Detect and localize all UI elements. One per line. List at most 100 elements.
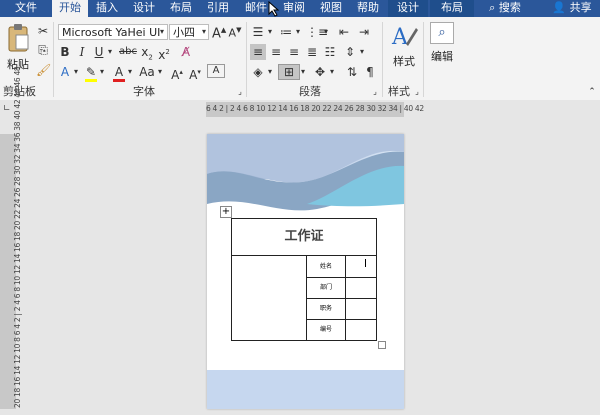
styles-label: 样式 [393,55,415,68]
tab-review[interactable]: 审阅 [277,0,311,17]
chevron-down-icon[interactable]: ▾ [294,24,302,40]
chevron-down-icon[interactable]: ▾ [156,64,164,80]
chevron-down-icon[interactable]: ▾ [72,64,80,80]
field-value-cell[interactable] [346,256,376,278]
chevron-down-icon[interactable]: ▾ [126,64,134,80]
align-right-icon[interactable]: ≡ [286,44,302,60]
highlight-icon[interactable]: ✎ [84,64,98,80]
clipboard-icon [8,24,29,52]
chevron-down-icon[interactable]: ▾ [266,64,274,80]
id-card-table[interactable]: 工作证 姓名 部门 职务 编号 [231,218,377,341]
chinese-layout-icon[interactable]: ✥ [312,64,328,80]
dialog-launcher-icon[interactable]: ⌟ [412,84,422,100]
tab-help[interactable]: 帮助 [350,0,386,17]
tab-file[interactable]: 文件 [6,0,46,17]
table-move-handle[interactable]: + [220,206,232,218]
shrink-font-icon[interactable]: A▼ [228,22,242,42]
bullets-icon[interactable]: ☰ [250,24,266,40]
editing-label: 编辑 [431,50,453,63]
tab-design[interactable]: 设计 [126,0,162,17]
underline-icon[interactable]: U [92,44,106,60]
divider [382,22,383,97]
subscript-icon[interactable]: x2 [140,44,154,65]
search-button[interactable]: ⌕ 搜索 [480,0,530,17]
document-page[interactable]: + 工作证 姓名 部门 职务 编号 [207,134,404,409]
svg-text:A: A [391,25,409,50]
field-value-cell[interactable] [346,298,376,320]
tab-table-layout[interactable]: 布局 [430,0,474,17]
line-spacing-icon[interactable]: ⇕ [342,44,358,60]
tab-insert[interactable]: 插入 [89,0,125,17]
chevron-down-icon[interactable]: ▾ [358,44,366,60]
font-name-select[interactable]: Microsoft YaHei UI [58,24,168,40]
align-left-icon[interactable]: ≡ [250,44,266,60]
chevron-down-icon[interactable]: ▾ [266,24,274,40]
search-label: 搜索 [498,1,521,14]
shading-icon[interactable]: ◈ [250,64,266,80]
cut-icon[interactable]: ✂ [36,23,50,39]
vertical-ruler[interactable]: 20 18 16 14 12 10 8 6 4 2 | 2 4 6 8 10 1… [0,67,22,409]
character-border-icon[interactable]: A [207,64,225,78]
field-label: 姓名 [307,256,346,278]
shrink-font-2-icon[interactable]: A▾ [188,64,202,83]
grow-font-icon[interactable]: A▲ [212,22,226,42]
field-label: 编号 [307,319,346,340]
card-title: 工作证 [232,219,376,256]
chevron-down-icon[interactable]: ▾ [199,24,209,40]
borders-icon[interactable]: ⊞ [278,64,300,80]
font-color-swatch [113,79,125,82]
strikethrough-icon[interactable]: abc [118,44,138,60]
collapse-ribbon-icon[interactable]: ⌃ [587,84,597,100]
chevron-down-icon[interactable]: ▾ [98,64,106,80]
field-value-cell[interactable] [346,319,376,340]
change-case-button[interactable]: Aa [138,64,156,80]
magnifier-icon: ⌕ [430,22,454,44]
chevron-down-icon[interactable]: ▾ [157,24,167,40]
tab-table-design[interactable]: 设计 [388,0,428,17]
decrease-indent-icon[interactable]: ⇤ [336,24,352,40]
copy-icon[interactable]: ⎘ [36,42,50,58]
styles-button[interactable]: A 样式 [388,22,420,77]
bold-icon[interactable]: B [58,44,72,60]
ribbon: 粘贴 ✂ ⎘ 🖌 剪贴板 Microsoft YaHei UI ▾ 小四 ▾ A… [0,17,600,101]
chevron-down-icon[interactable]: ▾ [106,44,114,60]
paragraph-group-label: 段落 [299,85,321,98]
mouse-cursor-icon [268,1,280,17]
font-color-icon[interactable]: A [112,64,126,80]
tab-references[interactable]: 引用 [200,0,236,17]
italic-icon[interactable]: I [76,44,88,60]
dialog-launcher-icon[interactable]: ⌟ [235,84,245,100]
field-value-cell[interactable] [346,277,376,299]
share-icon: 👤 [552,1,567,14]
sort-icon[interactable]: ⇅ [344,64,360,80]
field-label: 部门 [307,277,346,299]
grow-font-2-icon[interactable]: A▴ [170,64,184,83]
horizontal-ruler[interactable]: 6 4 2 | 2 4 6 8 10 12 14 16 18 20 22 24 … [206,102,424,117]
table-resize-handle[interactable] [378,341,386,349]
chevron-down-icon[interactable]: ▾ [299,64,307,80]
distributed-icon[interactable]: ☷ [322,44,338,60]
tab-layout[interactable]: 布局 [163,0,199,17]
numbering-icon[interactable]: ≔ [278,24,294,40]
show-marks-icon[interactable]: ¶ [362,64,378,80]
share-button[interactable]: 👤 共享 [548,0,596,17]
multilevel-list-icon[interactable]: ⋮≡ [306,24,328,40]
tab-home[interactable]: 开始 [52,0,88,17]
paste-button[interactable]: 粘贴 [4,23,32,73]
justify-icon[interactable]: ≣ [304,44,320,60]
format-painter-icon[interactable]: 🖌 [36,62,51,78]
photo-cell[interactable] [232,256,307,340]
increase-indent-icon[interactable]: ⇥ [356,24,372,40]
clear-formatting-icon[interactable]: A̸ [178,44,194,60]
superscript-icon[interactable]: x2 [157,44,171,63]
editing-button[interactable]: ⌕ 编辑 [427,22,457,77]
tab-view[interactable]: 视图 [313,0,349,17]
chevron-down-icon[interactable]: ▾ [328,64,336,80]
share-label: 共享 [569,1,592,14]
text-effects-icon[interactable]: A [58,64,72,80]
align-center-icon[interactable]: ≡ [268,44,284,60]
fields-area: 姓名 部门 职务 编号 [307,256,376,340]
chevron-down-icon[interactable]: ▾ [322,24,330,40]
tab-stop-selector[interactable]: ∟ [3,104,13,116]
dialog-launcher-icon[interactable]: ⌟ [370,84,380,100]
